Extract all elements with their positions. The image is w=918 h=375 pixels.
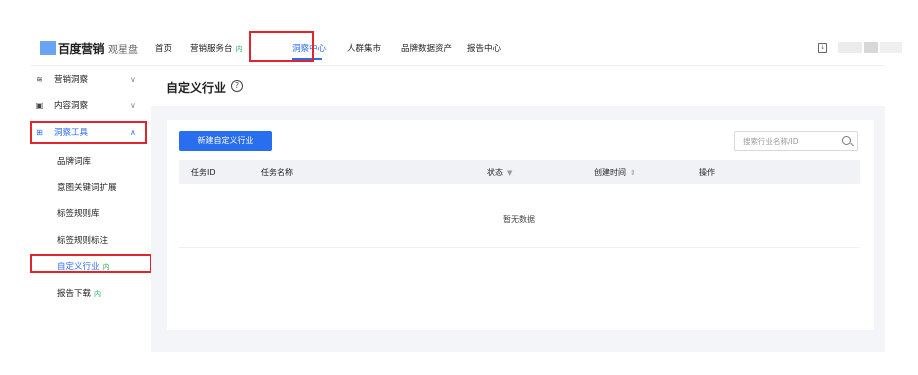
- chevron-down-icon: ∨: [130, 74, 136, 84]
- nav-item-marketing-service[interactable]: 营销服务台内: [190, 42, 243, 54]
- page-title: 自定义行业: [166, 81, 227, 95]
- annotation-box-2: [30, 121, 147, 144]
- sidebar-item-tag-rule-library[interactable]: 标签规则库: [57, 207, 100, 219]
- column-header-actions: 操作: [699, 167, 715, 178]
- table-header: 任务ID 任务名称 状态 ▼ 创建时间 ⇕ 操作: [179, 160, 860, 184]
- empty-state-text: 暂无数据: [503, 215, 535, 224]
- sidebar-item-intent-keyword-expansion[interactable]: 意图关键词扩展: [57, 181, 117, 193]
- nav-item-label: 首页: [155, 44, 173, 54]
- sidebar-item-tag-rule-annotation[interactable]: 标签规则标注: [57, 234, 108, 246]
- sidebar-group-marketing-insight[interactable]: ≋ 营销洞察 ∨: [30, 69, 151, 89]
- nav-item-label: 营销服务台: [190, 44, 233, 54]
- sidebar-item-label: 报告下载: [57, 289, 92, 299]
- column-label: 任务名称: [261, 168, 293, 177]
- table-divider: [179, 247, 860, 248]
- brand-product: 观星盘: [108, 44, 139, 56]
- chevron-down-icon: ∨: [130, 100, 136, 110]
- column-label: 创建时间: [594, 168, 626, 177]
- sidebar: ≋ 营销洞察 ∨ ▣ 内容洞察 ∨ ⊞ 洞察工具 ∧ 品牌词库 意图关键词扩展 …: [30, 66, 151, 352]
- page-header: 自定义行业 ?: [151, 66, 885, 106]
- annotation-box-1: [249, 31, 314, 62]
- annotation-box-3: [30, 254, 152, 273]
- nav-item-label: 人群集市: [347, 44, 382, 54]
- search-icon[interactable]: [842, 136, 851, 145]
- sidebar-group-content-insight[interactable]: ▣ 内容洞察 ∨: [30, 95, 151, 115]
- database-icon: ≋: [36, 74, 43, 84]
- filter-icon[interactable]: ▼: [507, 169, 512, 177]
- main-content: 自定义行业 ? 新建自定义行业 任务ID 任务名称 状态 ▼ 创建时间: [151, 66, 885, 352]
- avatar[interactable]: [864, 42, 878, 53]
- column-header-task-id: 任务ID: [191, 167, 216, 178]
- nav-item-report-center[interactable]: 报告中心: [467, 42, 501, 54]
- internal-tag: 内: [94, 290, 102, 298]
- app-window: 百度营销 观星盘 首页 营销服务台内 洞察中心 人群集市 品牌数据资产 报告中心…: [0, 0, 918, 375]
- sidebar-group-label: 营销洞察: [54, 75, 89, 85]
- nav-item-brand-data-assets[interactable]: 品牌数据资产: [401, 42, 452, 54]
- column-label: 任务ID: [191, 168, 216, 177]
- brand-logo[interactable]: 百度营销 观星盘: [40, 39, 138, 57]
- sidebar-item-report-download[interactable]: 报告下载内: [57, 287, 101, 299]
- nav-item-label: 品牌数据资产: [401, 44, 453, 54]
- brand-name: 百度营销: [58, 41, 105, 56]
- sidebar-item-brand-lexicon[interactable]: 品牌词库: [57, 155, 91, 167]
- search-field[interactable]: [734, 131, 858, 151]
- internal-tag: 内: [235, 45, 243, 53]
- column-header-created-time: 创建时间 ⇕: [594, 167, 636, 178]
- user-info-redacted[interactable]: [838, 42, 862, 53]
- logo-mark-icon: [40, 41, 56, 55]
- help-icon[interactable]: ?: [231, 80, 243, 92]
- user-name-redacted[interactable]: [880, 42, 902, 53]
- column-header-status: 状态 ▼: [487, 167, 512, 178]
- nav-item-home[interactable]: 首页: [155, 42, 172, 54]
- top-nav: 百度营销 观星盘 首页 营销服务台内 洞察中心 人群集市 品牌数据资产 报告中心…: [30, 30, 902, 66]
- content-card: 新建自定义行业 任务ID 任务名称 状态▼ 创建时间⇕ 操: [167, 120, 874, 330]
- search-input[interactable]: [735, 132, 835, 150]
- column-label: 操作: [699, 168, 715, 177]
- document-icon[interactable]: ↓: [818, 43, 827, 53]
- create-custom-industry-button[interactable]: 新建自定义行业: [179, 131, 272, 151]
- sort-icon[interactable]: ⇕: [630, 169, 636, 177]
- nav-item-label: 报告中心: [467, 44, 502, 54]
- column-label: 状态: [487, 168, 503, 177]
- column-header-task-name: 任务名称: [261, 167, 293, 178]
- document-icon: ▣: [35, 100, 44, 110]
- sidebar-group-label: 内容洞察: [54, 101, 89, 111]
- nav-item-audience-market[interactable]: 人群集市: [347, 42, 381, 54]
